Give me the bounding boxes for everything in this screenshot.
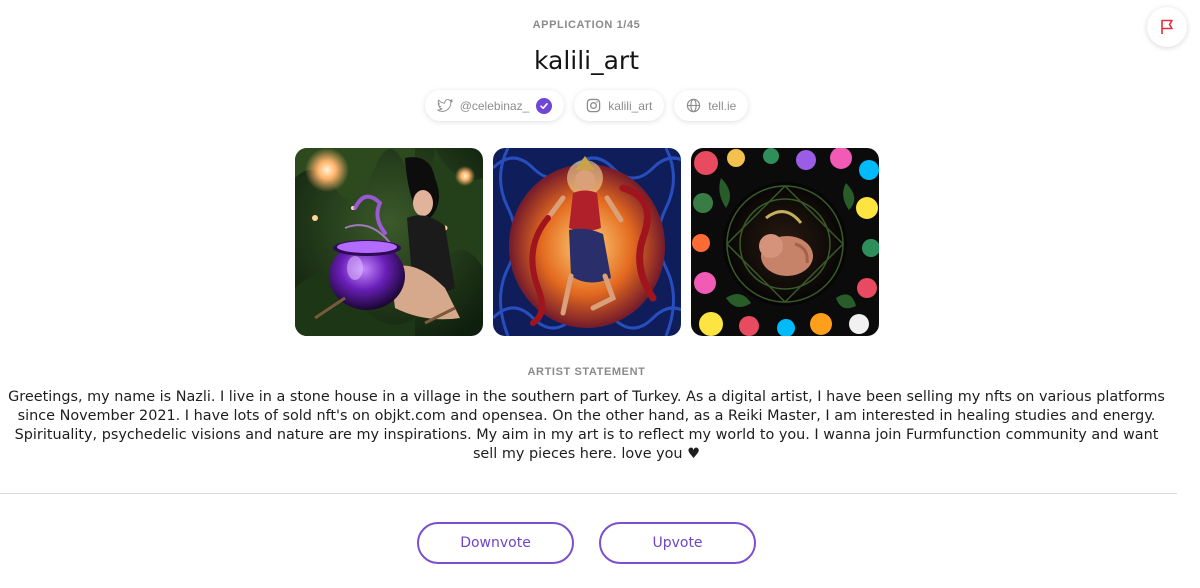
verified-badge-icon: [536, 97, 553, 114]
artwork-dancing-deity[interactable]: [493, 148, 681, 336]
social-links: @celebinaz_ kalili_art tell.ie: [0, 90, 1173, 121]
downvote-button[interactable]: Downvote: [417, 522, 574, 564]
instagram-icon: [587, 98, 601, 113]
instagram-link[interactable]: kalili_art: [574, 90, 665, 121]
website-link[interactable]: tell.ie: [674, 90, 749, 121]
application-counter: APPLICATION 1/45: [532, 19, 641, 31]
vote-actions: Downvote Upvote: [417, 522, 756, 564]
twitter-handle: @celebinaz_: [459, 98, 530, 113]
artist-statement-text: Greetings, my name is Nazli. I live in a…: [8, 389, 1165, 462]
divider: [0, 493, 1177, 494]
artist-name: kalili_art: [533, 46, 640, 75]
upvote-button[interactable]: Upvote: [599, 522, 756, 564]
instagram-handle: kalili_art: [608, 98, 653, 113]
artwork-witch-cauldron[interactable]: [295, 148, 483, 336]
artist-statement-label: ARTIST STATEMENT: [527, 366, 646, 378]
report-button[interactable]: [1147, 7, 1187, 47]
twitter-link[interactable]: @celebinaz_: [424, 90, 565, 121]
website-label: tell.ie: [708, 98, 737, 113]
artwork-floral-embryo[interactable]: [691, 148, 879, 336]
globe-icon: [687, 98, 701, 113]
twitter-icon: [436, 98, 453, 112]
artwork-gallery: [295, 148, 879, 336]
flag-icon: [1161, 19, 1173, 34]
